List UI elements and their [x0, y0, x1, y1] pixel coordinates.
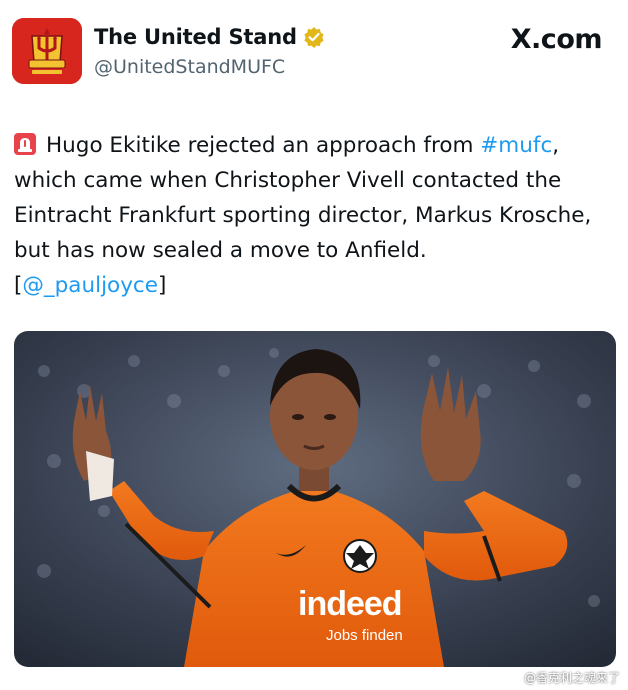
platform-label: X.com: [510, 24, 603, 55]
sponsor-tagline: Jobs finden: [326, 627, 403, 644]
tweet-photo[interactable]: indeed Jobs finden: [14, 331, 616, 667]
siren-icon: [14, 133, 36, 155]
weibo-icon: [503, 672, 520, 684]
verified-badge-icon: [304, 27, 324, 48]
avatar[interactable]: [12, 18, 82, 84]
bracket-close: ]: [157, 273, 167, 298]
display-name-row: The United Stand: [94, 25, 325, 49]
hashtag-link[interactable]: #mufc: [480, 133, 552, 158]
tweet-text-part-1: Hugo Ekitike rejected an approach from: [46, 133, 481, 158]
watermark: @香克利之魂来了: [503, 669, 620, 686]
tweet-text: Hugo Ekitike rejected an approach from #…: [14, 128, 614, 303]
display-name[interactable]: The United Stand: [94, 25, 297, 49]
watermark-text: @香克利之魂来了: [523, 671, 620, 685]
trident-crest-icon: [12, 18, 82, 84]
handle[interactable]: @UnitedStandMUFC: [94, 56, 285, 78]
sponsor-logo: indeed: [298, 585, 403, 623]
mention-link[interactable]: @_pauljoyce: [22, 273, 158, 298]
